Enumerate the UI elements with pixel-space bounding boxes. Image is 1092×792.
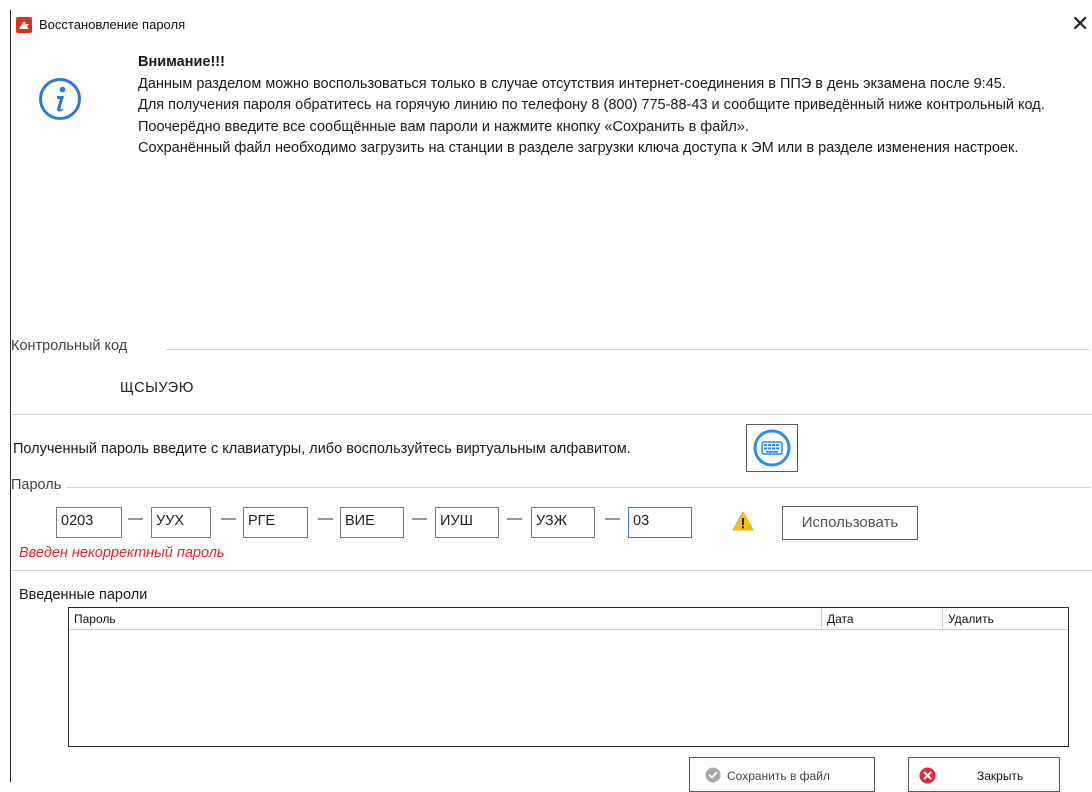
divider <box>166 349 1091 350</box>
password-error-message: Введен некорректный пароль <box>19 545 225 561</box>
notice-line: Для получения пароля обратитесь на горяч… <box>138 97 1045 113</box>
virtual-keyboard-hint: Полученный пароль введите с клавиатуры, … <box>13 441 631 457</box>
password-part-3-input[interactable]: РГЕ <box>243 507 308 538</box>
entered-passwords-table: Пароль Дата Удалить <box>68 607 1069 747</box>
password-part-5-input[interactable]: ИУШ <box>435 507 499 538</box>
entered-passwords-label: Введенные пароли <box>19 587 148 603</box>
control-code-label: Контрольный код <box>11 338 131 354</box>
password-recovery-window: Восстановление пароля ✕ Внимание!!! Данн… <box>10 10 1092 792</box>
control-code-value: ЩСЫУЭЮ <box>120 380 194 396</box>
separator: — <box>221 510 236 527</box>
check-circle-icon <box>705 767 721 783</box>
column-header-date[interactable]: Дата <box>822 608 942 630</box>
info-icon <box>38 77 82 121</box>
password-part-1-input[interactable]: 0203 <box>56 507 122 538</box>
separator: — <box>128 510 143 527</box>
window-close-icon[interactable]: ✕ <box>1071 12 1089 36</box>
divider <box>11 414 1092 415</box>
close-button-label: Закрыть <box>977 769 1024 783</box>
column-header-password[interactable]: Пароль <box>69 608 821 630</box>
notice-line: Поочерёдно введите все сообщённые вам па… <box>138 118 749 135</box>
notice-heading: Внимание!!! <box>138 54 225 70</box>
password-label: Пароль <box>11 477 65 493</box>
notice-line: Данным разделом можно воспользоваться то… <box>138 75 1006 92</box>
title-bar: Восстановление пароля ✕ <box>11 10 1092 40</box>
use-password-button[interactable]: Использовать <box>782 506 918 540</box>
password-part-6-input[interactable]: УЗЖ <box>531 507 595 538</box>
separator: — <box>507 510 522 527</box>
password-part-2-input[interactable]: УУХ <box>151 507 211 538</box>
notice-line: Сохранённый файл необходимо загрузить на… <box>138 140 1019 156</box>
virtual-keyboard-button[interactable] <box>746 424 798 472</box>
close-circle-icon <box>919 767 936 784</box>
separator: — <box>318 510 333 527</box>
notice-block: Внимание!!! Данным разделом можно воспол… <box>138 52 1088 160</box>
divider <box>11 570 1092 571</box>
separator: — <box>605 510 620 527</box>
column-header-delete[interactable]: Удалить <box>943 608 1068 630</box>
window-title: Восстановление пароля <box>39 17 186 32</box>
divider <box>66 487 1091 488</box>
app-logo-icon <box>16 17 32 33</box>
save-to-file-label: Сохранить в файл <box>727 769 830 783</box>
close-button[interactable]: Закрыть <box>908 757 1060 792</box>
separator: — <box>412 510 427 527</box>
password-part-4-input[interactable]: ВИЕ <box>340 507 404 538</box>
password-part-7-input[interactable]: 03 <box>628 507 692 538</box>
save-to-file-button[interactable]: Сохранить в файл <box>689 757 875 792</box>
keyboard-icon <box>753 429 791 467</box>
warning-icon <box>732 511 754 536</box>
